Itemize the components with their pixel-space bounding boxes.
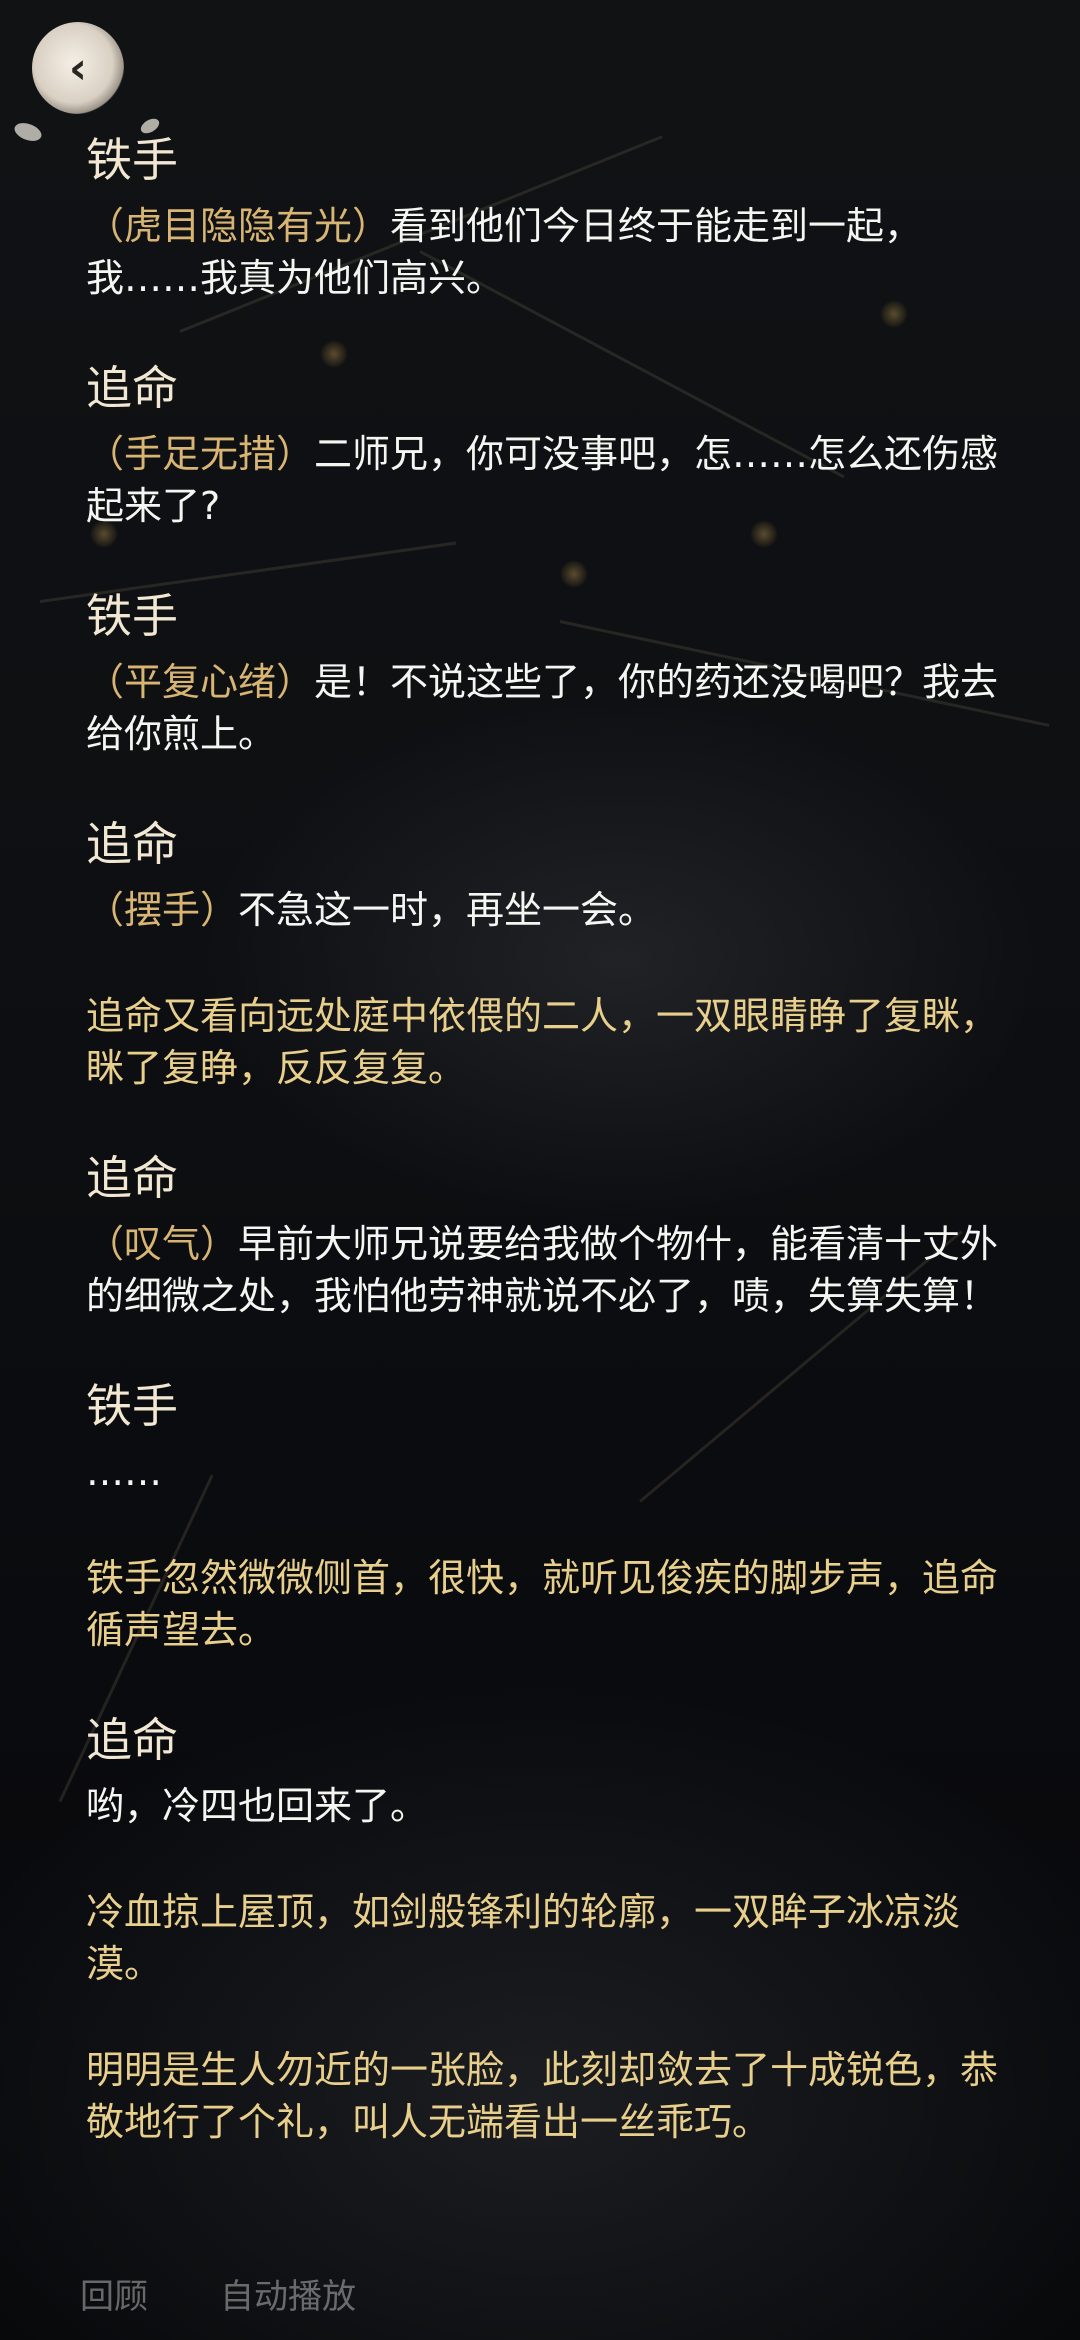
speaker-name: 追命 [86,1151,178,1205]
narration-text: 铁手忽然微微侧首，很快，就听见俊疾的脚步声，追命循声望去。 [86,1556,999,1652]
speaker-name: 铁手 [86,1379,178,1433]
action-cue: （平复心绪） [86,660,315,704]
narration-text: 冷血掠上屋顶，如剑般锋利的轮廓，一双眸子冰凉淡漠。 [86,1890,961,1986]
speaker-name: 追命 [86,817,178,871]
speaker-name: 追命 [86,361,178,415]
bottom-toolbar: 回顾 自动播放 [80,2269,356,2318]
speaker-name: 铁手 [86,589,178,643]
narration-entry: 铁手忽然微微侧首，很快，就听见俊疾的脚步声，追命循声望去。 [86,1552,1010,1656]
dialogue-entry: 铁手 …… [86,1376,1010,1498]
dialogue-line: （虎目隐隐有光）看到他们今日终于能走到一起，我……我真为他们高兴。 [86,200,1010,304]
dialogue-line: …… [86,1446,1010,1498]
review-button[interactable]: 回顾 [80,2269,148,2318]
dialogue-entry: 追命 哟，冷四也回来了。 [86,1710,1010,1832]
narration-text: 明明是生人勿近的一张脸，此刻却敛去了十成锐色，恭敬地行了个礼，叫人无端看出一丝乖… [86,2048,999,2144]
narration-entry: 追命又看向远处庭中依偎的二人，一双眼睛睁了复眯，眯了复睁，反反复复。 [86,990,1010,1094]
dialogue-entry: 铁手 （平复心绪）是！不说这些了，你的药还没喝吧？我去给你煎上。 [86,586,1010,760]
dialogue-line: （手足无措）二师兄，你可没事吧，怎……怎么还伤感起来了? [86,428,1010,532]
dialogue-log: 铁手 （虎目隐隐有光）看到他们今日终于能走到一起，我……我真为他们高兴。 追命 … [86,130,1010,2148]
action-cue: （手足无措） [86,432,315,476]
back-button[interactable]: ‹ [32,22,124,114]
dialogue-line: （平复心绪）是！不说这些了，你的药还没喝吧？我去给你煎上。 [86,656,1010,760]
narration-text: 追命又看向远处庭中依偎的二人，一双眼睛睁了复眯，眯了复睁，反反复复。 [86,994,999,1090]
dialogue-text: 哟，冷四也回来了。 [86,1784,429,1828]
narration-entry: 明明是生人勿近的一张脸，此刻却敛去了十成锐色，恭敬地行了个礼，叫人无端看出一丝乖… [86,2044,1010,2148]
action-cue: （虎目隐隐有光） [86,204,391,248]
back-arrow-icon: ‹ [68,42,88,94]
speaker-name: 铁手 [86,133,178,187]
dialogue-entry: 铁手 （虎目隐隐有光）看到他们今日终于能走到一起，我……我真为他们高兴。 [86,130,1010,304]
autoplay-button[interactable]: 自动播放 [220,2269,356,2318]
dialogue-text: …… [86,1450,162,1494]
speaker-name: 追命 [86,1713,178,1767]
dialogue-line: 哟，冷四也回来了。 [86,1780,1010,1832]
dialogue-entry: 追命 （摆手）不急这一时，再坐一会。 [86,814,1010,936]
action-cue: （叹气） [86,1222,239,1266]
dialogue-text: 不急这一时，再坐一会。 [238,888,657,932]
dialogue-line: （摆手）不急这一时，再坐一会。 [86,884,1010,936]
dialogue-line: （叹气）早前大师兄说要给我做个物什，能看清十丈外的细微之处，我怕他劳神就说不必了… [86,1218,1010,1322]
action-cue: （摆手） [86,888,239,932]
dialogue-entry: 追命 （叹气）早前大师兄说要给我做个物什，能看清十丈外的细微之处，我怕他劳神就说… [86,1148,1010,1322]
dialogue-entry: 追命 （手足无措）二师兄，你可没事吧，怎……怎么还伤感起来了? [86,358,1010,532]
narration-entry: 冷血掠上屋顶，如剑般锋利的轮廓，一双眸子冰凉淡漠。 [86,1886,1010,1990]
